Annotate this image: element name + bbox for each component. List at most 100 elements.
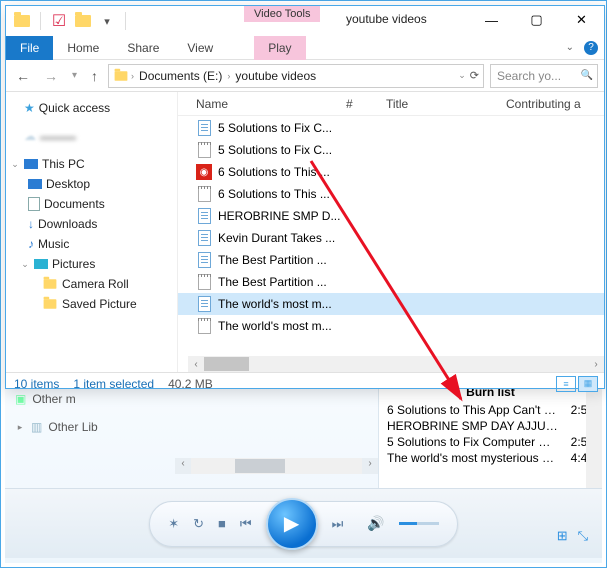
addr-refresh-icon[interactable]: ⟳ bbox=[470, 69, 479, 82]
nav-pictures[interactable]: ⌄Pictures bbox=[6, 254, 177, 274]
nav-forward-icon[interactable]: → bbox=[40, 68, 62, 84]
burn-list-item[interactable]: The world's most mysterious bo...4:43 bbox=[379, 450, 602, 466]
repeat-icon[interactable]: ↻ bbox=[193, 516, 204, 532]
burn-vertical-scrollbar[interactable]: ˆ bbox=[586, 382, 602, 488]
file-row[interactable]: The world's most m... bbox=[178, 315, 604, 337]
playback-controls: ✶ ↻ ■ ⏮ ▶ ⏭ 🔊 ⊞ ⤡ bbox=[5, 488, 602, 558]
help-icon[interactable]: ? bbox=[584, 41, 598, 55]
nav-onedrive[interactable]: ☁▬▬▬ bbox=[6, 126, 177, 146]
checkbox-qa-icon[interactable]: ☑ bbox=[49, 11, 69, 31]
file-row[interactable]: The Best Partition ... bbox=[178, 249, 604, 271]
horizontal-scrollbar[interactable]: ‹ › bbox=[188, 356, 604, 372]
file-row[interactable]: Kevin Durant Takes ... bbox=[178, 227, 604, 249]
nav-this-pc[interactable]: ⌄This PC bbox=[6, 154, 177, 174]
file-row[interactable]: 5 Solutions to Fix C... bbox=[178, 117, 604, 139]
file-row[interactable]: HEROBRINE SMP D... bbox=[178, 205, 604, 227]
folder-qa-icon[interactable] bbox=[73, 11, 93, 31]
tab-view[interactable]: View bbox=[173, 36, 227, 60]
next-track-icon[interactable]: ⏭ bbox=[332, 516, 344, 532]
nav-documents[interactable]: Documents bbox=[6, 194, 177, 214]
qa-overflow-icon[interactable]: ▾ bbox=[97, 11, 117, 31]
fullscreen-icon[interactable]: ⤡ bbox=[578, 528, 588, 544]
ribbon-expand-icon[interactable]: ⌄ bbox=[566, 42, 574, 53]
media-player-area: ▣Other m ▸▥Other Lib ‹ › Burn list 6 Sol… bbox=[5, 381, 602, 563]
burn-list-panel: Burn list 6 Solutions to This App Can't … bbox=[378, 382, 602, 488]
breadcrumb-item[interactable]: Documents (E:) bbox=[136, 69, 225, 83]
scroll-left-icon[interactable]: ‹ bbox=[188, 359, 204, 370]
file-name: Kevin Durant Takes ... bbox=[218, 231, 358, 245]
document-icon bbox=[196, 120, 212, 136]
libraries-icon: ▥ bbox=[31, 420, 42, 434]
search-input[interactable]: Search yo... bbox=[490, 64, 598, 88]
address-bar-row: ← → ▾ ↑ › Documents (E:) › youtube video… bbox=[6, 60, 604, 92]
breadcrumb-item[interactable]: youtube videos bbox=[232, 69, 319, 83]
maximize-button[interactable]: ▢ bbox=[514, 6, 559, 34]
search-placeholder: Search yo... bbox=[497, 69, 561, 83]
burn-item-name: 5 Solutions to Fix Computer Cra... bbox=[387, 435, 558, 449]
ribbon-tabs: File Home Share View Play ⌄ ? bbox=[6, 36, 604, 60]
now-playing-icon[interactable]: ⊞ bbox=[557, 528, 568, 544]
stop-icon[interactable]: ■ bbox=[218, 516, 226, 531]
nav-up-icon[interactable]: ↑ bbox=[87, 68, 102, 84]
file-name: 6 Solutions to This ... bbox=[218, 187, 358, 201]
col-number[interactable]: # bbox=[346, 97, 386, 111]
app-icon: ◉ bbox=[196, 164, 212, 180]
address-bar[interactable]: › Documents (E:) › youtube videos ⌄ ⟳ bbox=[108, 64, 484, 88]
document-icon bbox=[196, 230, 212, 246]
file-name: 5 Solutions to Fix C... bbox=[218, 143, 358, 157]
view-large-button[interactable]: ▦ bbox=[578, 376, 598, 392]
scroll-thumb[interactable] bbox=[204, 357, 249, 371]
navigation-pane: ★Quick access ☁▬▬▬ ⌄This PC Desktop Docu… bbox=[6, 92, 178, 372]
window-title: youtube videos bbox=[346, 12, 427, 26]
scroll-right-icon[interactable]: › bbox=[588, 359, 604, 370]
wmp-other-libraries[interactable]: ▸▥Other Lib bbox=[15, 416, 165, 438]
play-button[interactable]: ▶ bbox=[266, 498, 318, 550]
column-headers[interactable]: Name # Title Contributing a bbox=[178, 92, 604, 116]
burn-list-item[interactable]: 5 Solutions to Fix Computer Cra...2:59 bbox=[379, 434, 602, 450]
nav-desktop[interactable]: Desktop bbox=[6, 174, 177, 194]
context-tab-label: Video Tools bbox=[244, 6, 320, 22]
burn-list-item[interactable]: 6 Solutions to This App Can't Ru...2:52 bbox=[379, 402, 602, 418]
other-media-icon: ▣ bbox=[15, 392, 26, 406]
close-button[interactable]: ✕ bbox=[559, 6, 604, 34]
file-row[interactable]: The world's most m... bbox=[178, 293, 604, 315]
file-name: 5 Solutions to Fix C... bbox=[218, 121, 358, 135]
wmp-content-area: ‹ › bbox=[175, 382, 378, 488]
shuffle-icon[interactable]: ✶ bbox=[168, 516, 179, 532]
tab-share[interactable]: Share bbox=[113, 36, 173, 60]
tab-file[interactable]: File bbox=[6, 36, 53, 60]
nav-recent-icon[interactable]: ▾ bbox=[68, 70, 81, 81]
addr-dropdown-icon[interactable]: ⌄ bbox=[458, 70, 466, 81]
nav-downloads[interactable]: ↓Downloads bbox=[6, 214, 177, 234]
notepad-icon bbox=[196, 274, 212, 290]
wmp-horizontal-scrollbar[interactable]: ‹ › bbox=[175, 458, 378, 474]
prev-track-icon[interactable]: ⏮ bbox=[240, 516, 252, 532]
file-row[interactable]: ◉ 6 Solutions to This ... bbox=[178, 161, 604, 183]
document-icon bbox=[196, 296, 212, 312]
file-name: HEROBRINE SMP D... bbox=[218, 209, 358, 223]
nav-camera-roll[interactable]: Camera Roll bbox=[6, 274, 177, 294]
tab-play[interactable]: Play bbox=[254, 36, 305, 60]
volume-slider[interactable] bbox=[399, 522, 439, 525]
wmp-scroll-thumb[interactable] bbox=[235, 459, 285, 473]
burn-list-item[interactable]: HEROBRINE SMP DAY AJJUBHAI... bbox=[379, 418, 602, 434]
file-name: 6 Solutions to This ... bbox=[218, 165, 358, 179]
minimize-button[interactable]: — bbox=[469, 6, 514, 34]
volume-icon[interactable]: 🔊 bbox=[367, 515, 384, 532]
view-details-button[interactable]: ≡ bbox=[556, 376, 576, 392]
tab-home[interactable]: Home bbox=[53, 36, 113, 60]
col-name[interactable]: Name bbox=[196, 97, 346, 111]
nav-saved-pictures[interactable]: Saved Picture bbox=[6, 294, 177, 314]
nav-music[interactable]: ♪Music bbox=[6, 234, 177, 254]
file-row[interactable]: 6 Solutions to This ... bbox=[178, 183, 604, 205]
files-pane: Name # Title Contributing a 5 Solutions … bbox=[178, 92, 604, 372]
nav-quick-access[interactable]: ★Quick access bbox=[6, 98, 177, 118]
file-row[interactable]: The Best Partition ... bbox=[178, 271, 604, 293]
addr-folder-icon bbox=[115, 71, 128, 81]
notepad-icon bbox=[196, 186, 212, 202]
title-bar: ☑ ▾ Video Tools youtube videos — ▢ ✕ bbox=[6, 6, 604, 36]
nav-back-icon[interactable]: ← bbox=[12, 68, 34, 84]
col-title[interactable]: Title bbox=[386, 97, 506, 111]
file-row[interactable]: 5 Solutions to Fix C... bbox=[178, 139, 604, 161]
col-contributing[interactable]: Contributing a bbox=[506, 97, 604, 111]
